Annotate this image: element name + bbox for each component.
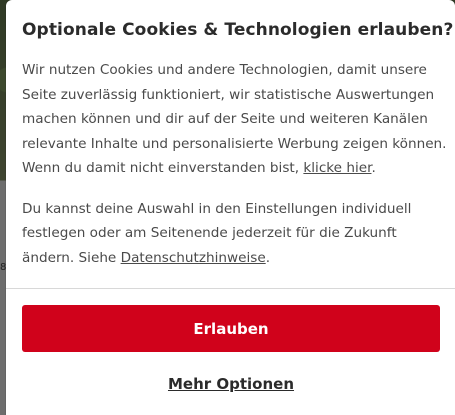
privacy-policy-link[interactable]: Datenschutzhinweise xyxy=(121,250,266,266)
reject-link[interactable]: klicke hier xyxy=(303,160,371,176)
cookie-consent-dialog: Optionale Cookies & Technologien erlaube… xyxy=(6,0,455,415)
consent-text: Wir nutzen Cookies und andere Technologi… xyxy=(22,62,447,176)
settings-text-end: . xyxy=(265,249,271,266)
divider xyxy=(6,288,455,289)
consent-paragraph: Wir nutzen Cookies und andere Technologi… xyxy=(22,58,447,181)
more-options-label: Mehr Optionen xyxy=(167,375,295,393)
settings-paragraph: Du kannst deine Auswahl in den Einstellu… xyxy=(22,197,447,271)
allow-button[interactable]: Erlauben xyxy=(22,305,440,352)
dialog-body: Wir nutzen Cookies und andere Technologi… xyxy=(22,58,447,270)
dialog-title: Optionale Cookies & Technologien erlaube… xyxy=(22,20,454,40)
consent-text-end: . xyxy=(371,160,376,176)
more-options-button[interactable]: Mehr Optionen xyxy=(22,374,440,394)
